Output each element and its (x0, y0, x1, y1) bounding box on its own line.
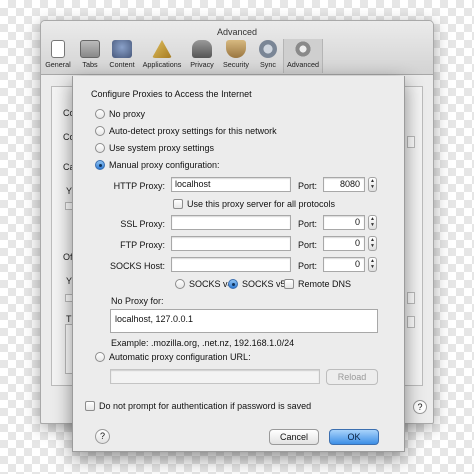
toolbar-label: Security (223, 60, 249, 69)
toolbar-label: Privacy (190, 60, 214, 69)
toolbar-label: Content (109, 60, 135, 69)
ssl-proxy-input[interactable] (171, 215, 291, 230)
manual-proxy-option[interactable]: Manual proxy configuration: (95, 160, 220, 170)
applications-icon (152, 40, 172, 58)
http-proxy-input[interactable]: localhost (171, 177, 291, 192)
ssl-proxy-label: SSL Proxy: (120, 219, 165, 229)
obscured-text: T (66, 314, 72, 324)
toolbar-privacy-button[interactable]: Privacy (187, 39, 217, 73)
ftp-proxy-input[interactable] (171, 236, 291, 251)
ftp-proxy-label: FTP Proxy: (120, 240, 165, 250)
cancel-button[interactable]: Cancel (269, 429, 319, 445)
auto-config-radio[interactable] (95, 352, 105, 362)
toolbar-label: Advanced (287, 60, 319, 69)
system-proxy-radio[interactable] (95, 143, 105, 153)
obscured-button[interactable] (407, 292, 415, 304)
preferences-toolbar: General Tabs Content Applications Privac… (43, 39, 325, 75)
toolbar-sync-button[interactable]: Sync (255, 39, 281, 73)
toolbar-label: Tabs (82, 60, 98, 69)
toolbar-label: Applications (142, 60, 182, 69)
ok-button[interactable]: OK (329, 429, 379, 445)
auto-detect-option[interactable]: Auto-detect proxy settings for this netw… (95, 126, 277, 136)
socks-v5-radio[interactable] (228, 279, 238, 289)
use-for-all-label: Use this proxy server for all protocols (187, 199, 336, 209)
http-port-stepper[interactable]: ▲ ▼ (368, 177, 377, 192)
ssl-port-input[interactable]: 0 (323, 215, 365, 230)
auto-config-option[interactable]: Automatic proxy configuration URL: (95, 352, 251, 362)
pane-help-button[interactable]: ? (413, 400, 427, 414)
remote-dns-label: Remote DNS (298, 279, 352, 289)
no-proxy-radio[interactable] (95, 109, 105, 119)
socks-v4-radio[interactable] (175, 279, 185, 289)
proxy-settings-dialog: Configure Proxies to Access the Internet… (72, 76, 405, 452)
toolbar-security-button[interactable]: Security (219, 39, 253, 73)
no-prompt-checkbox[interactable] (85, 401, 95, 411)
manual-proxy-label: Manual proxy configuration: (109, 160, 220, 170)
reload-button[interactable]: Reload (326, 369, 378, 385)
security-icon (226, 40, 246, 58)
ftp-port-input[interactable]: 0 (323, 236, 365, 251)
ftp-port-label: Port: (297, 240, 317, 250)
socks-host-label: SOCKS Host: (109, 261, 165, 271)
auto-detect-radio[interactable] (95, 126, 105, 136)
use-for-all-checkbox[interactable] (173, 199, 183, 209)
titlebar: Advanced General Tabs Content Applicatio… (41, 21, 433, 75)
no-prompt-option[interactable]: Do not prompt for authentication if pass… (85, 401, 311, 411)
socks-v5-option[interactable]: SOCKS v5 (228, 279, 286, 289)
toolbar-label: General (45, 60, 71, 69)
ssl-port-stepper[interactable]: ▲ ▼ (368, 215, 377, 230)
help-button[interactable]: ? (95, 429, 110, 444)
socks-port-input[interactable]: 0 (323, 257, 365, 272)
socks-v4-option[interactable]: SOCKS v4 (175, 279, 233, 289)
no-proxy-for-textarea[interactable]: localhost, 127.0.0.1 (110, 309, 378, 333)
auto-detect-label: Auto-detect proxy settings for this netw… (109, 126, 277, 136)
window-title: Advanced (216, 27, 258, 37)
system-proxy-label: Use system proxy settings (109, 143, 215, 153)
dialog-title: Configure Proxies to Access the Internet (91, 89, 252, 99)
system-proxy-option[interactable]: Use system proxy settings (95, 143, 214, 153)
no-prompt-label: Do not prompt for authentication if pass… (99, 401, 312, 411)
no-proxy-for-label: No Proxy for: (111, 296, 164, 306)
advanced-icon (293, 40, 313, 58)
content-icon (112, 40, 132, 58)
http-proxy-label: HTTP Proxy: (113, 181, 165, 191)
no-proxy-example: Example: .mozilla.org, .net.nz, 192.168.… (111, 338, 295, 348)
manual-proxy-radio[interactable] (95, 160, 105, 170)
no-proxy-label: No proxy (109, 109, 146, 119)
http-port-label: Port: (297, 181, 317, 191)
privacy-icon (192, 40, 212, 58)
use-for-all-option[interactable]: Use this proxy server for all protocols (173, 199, 335, 209)
remote-dns-option[interactable]: Remote DNS (284, 279, 351, 289)
toolbar-general-button[interactable]: General (43, 39, 73, 73)
auto-config-label: Automatic proxy configuration URL: (109, 352, 251, 362)
obscured-button[interactable] (407, 136, 415, 148)
socks-port-label: Port: (297, 261, 317, 271)
auto-config-url-input[interactable] (110, 369, 320, 384)
remote-dns-checkbox[interactable] (284, 279, 294, 289)
socks-host-input[interactable] (171, 257, 291, 272)
socks-port-stepper[interactable]: ▲ ▼ (368, 257, 377, 272)
general-icon (51, 40, 65, 58)
no-proxy-option[interactable]: No proxy (95, 109, 145, 119)
socks-v5-label: SOCKS v5 (242, 279, 286, 289)
toolbar-content-button[interactable]: Content (107, 39, 137, 73)
toolbar-advanced-button[interactable]: Advanced (283, 39, 323, 73)
toolbar-applications-button[interactable]: Applications (139, 39, 185, 73)
sync-icon (259, 40, 277, 58)
http-port-input[interactable]: 8080 (323, 177, 365, 192)
toolbar-tabs-button[interactable]: Tabs (75, 39, 105, 73)
ssl-port-label: Port: (297, 219, 317, 229)
toolbar-label: Sync (260, 60, 276, 69)
ftp-port-stepper[interactable]: ▲ ▼ (368, 236, 377, 251)
tabs-icon (80, 40, 100, 58)
socks-v4-label: SOCKS v4 (189, 279, 233, 289)
obscured-button[interactable] (407, 316, 415, 328)
